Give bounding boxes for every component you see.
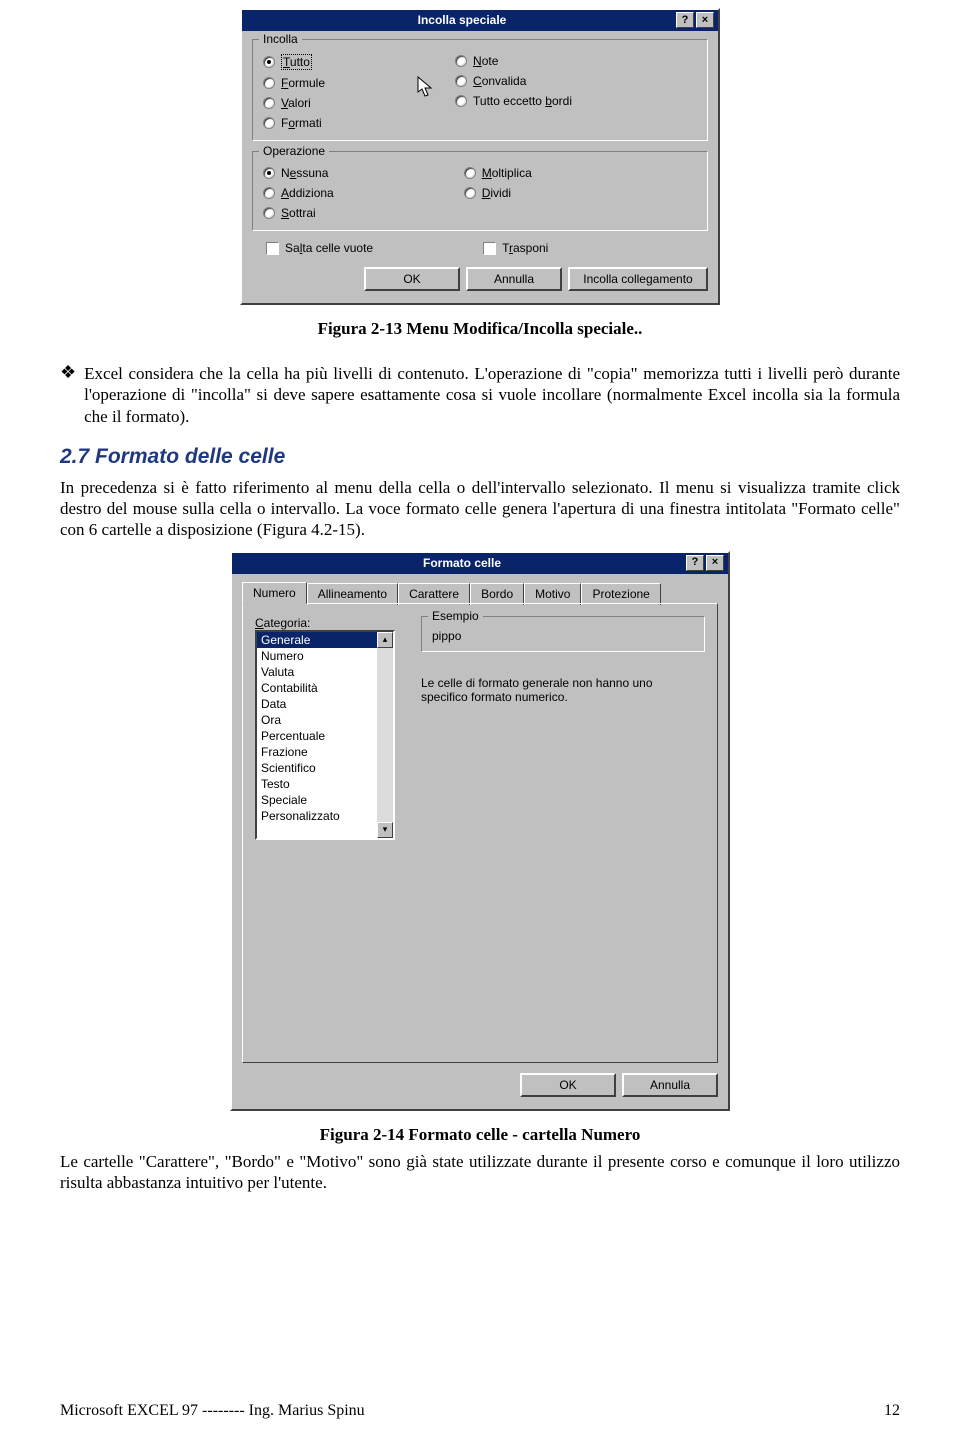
tab-bordo[interactable]: Bordo [470, 583, 524, 605]
paragraph-1: In precedenza si è fatto riferimento al … [60, 477, 900, 541]
tab-panel: Categoria: Generale Numero Valuta Contab… [242, 603, 718, 1063]
check-salta-celle-vuote[interactable]: Salta celle vuote [266, 241, 373, 255]
help-button[interactable]: ? [686, 555, 704, 571]
radio-dot-icon [263, 56, 275, 68]
tab-motivo[interactable]: Motivo [524, 583, 581, 605]
radio-valori[interactable]: Valori [263, 96, 325, 110]
scroll-down-icon[interactable]: ▾ [377, 822, 393, 838]
list-item[interactable]: Generale [257, 632, 393, 648]
esempio-value: pippo [432, 629, 694, 643]
section-heading: 2.7 Formato delle celle [60, 445, 900, 469]
help-button[interactable]: ? [676, 12, 694, 28]
footer-left: Microsoft EXCEL 97 -------- Ing. Marius … [60, 1402, 365, 1420]
esempio-group: Esempio pippo [421, 616, 705, 652]
tabstrip: Numero Allineamento Carattere Bordo Moti… [242, 582, 718, 604]
list-item[interactable]: Data [257, 696, 393, 712]
paste-special-dialog: Incolla speciale ? × Incolla Tutto [240, 8, 720, 305]
bullet-icon: ❖ [60, 363, 76, 427]
group-operazione: Operazione Nessuna Addiziona [252, 151, 708, 231]
list-item[interactable]: Frazione [257, 744, 393, 760]
tab-numero[interactable]: Numero [242, 582, 307, 604]
radio-dot-icon [263, 117, 275, 129]
tab-allineamento[interactable]: Allineamento [307, 583, 398, 605]
radio-dot-icon [263, 97, 275, 109]
close-button[interactable]: × [696, 12, 714, 28]
bullet-paragraph: ❖ Excel considera che la cella ha più li… [60, 363, 900, 427]
radio-moltiplica[interactable]: Moltiplica [464, 166, 532, 180]
format-cells-dialog: Formato celle ? × Numero Allineamento Ca… [230, 551, 730, 1111]
tab-protezione[interactable]: Protezione [581, 583, 660, 605]
esempio-legend: Esempio [428, 609, 483, 623]
paste-link-button[interactable]: Incolla collegamento [568, 267, 708, 291]
categoria-label: Categoria: [255, 616, 405, 630]
radio-nessuna[interactable]: Nessuna [263, 166, 334, 180]
group-operazione-legend: Operazione [259, 144, 329, 158]
radio-dividi[interactable]: Dividi [464, 186, 532, 200]
radio-addiziona[interactable]: Addiziona [263, 186, 334, 200]
radio-dot-icon [455, 95, 467, 107]
radio-dot-icon [263, 187, 275, 199]
radio-note[interactable]: Note [455, 54, 572, 68]
tab-carattere[interactable]: Carattere [398, 583, 470, 605]
list-item[interactable]: Personalizzato [257, 808, 393, 824]
footer-page-number: 12 [884, 1402, 900, 1420]
list-item[interactable]: Numero [257, 648, 393, 664]
radio-formule[interactable]: Formule [263, 76, 325, 90]
bullet-text: Excel considera che la cella ha più live… [84, 363, 900, 427]
radio-dot-icon [464, 167, 476, 179]
radio-tutto-bordi[interactable]: Tutto eccetto bordi [455, 94, 572, 108]
radio-convalida[interactable]: Convalida [455, 74, 572, 88]
group-incolla-legend: Incolla [259, 32, 302, 46]
figure-caption-2: Figura 2-14 Formato celle - cartella Num… [60, 1125, 900, 1145]
titlebar: Incolla speciale ? × [242, 10, 718, 31]
radio-label: utto [290, 55, 310, 69]
list-item[interactable]: Contabilità [257, 680, 393, 696]
ok-button[interactable]: OK [520, 1073, 616, 1097]
radio-dot-icon [455, 55, 467, 67]
checkbox-icon [483, 242, 496, 255]
radio-dot-icon [455, 75, 467, 87]
group-incolla: Incolla Tutto Formule Valori [252, 39, 708, 141]
list-item[interactable]: Scientifico [257, 760, 393, 776]
list-item[interactable]: Percentuale [257, 728, 393, 744]
titlebar: Formato celle ? × [232, 553, 728, 574]
radio-dot-icon [263, 167, 275, 179]
dialog-title: Incolla speciale [248, 13, 676, 27]
page-footer: Microsoft EXCEL 97 -------- Ing. Marius … [60, 1402, 900, 1420]
categoria-listbox[interactable]: Generale Numero Valuta Contabilità Data … [255, 630, 395, 840]
scrollbar[interactable]: ▴ ▾ [377, 632, 393, 838]
cancel-button[interactable]: Annulla [622, 1073, 718, 1097]
list-item[interactable]: Valuta [257, 664, 393, 680]
radio-dot-icon [464, 187, 476, 199]
scroll-up-icon[interactable]: ▴ [377, 632, 393, 648]
radio-formati[interactable]: Formati [263, 116, 325, 130]
paragraph-2: Le cartelle "Carattere", "Bordo" e "Moti… [60, 1151, 900, 1194]
dialog-title: Formato celle [238, 556, 686, 570]
list-item[interactable]: Testo [257, 776, 393, 792]
radio-dot-icon [263, 207, 275, 219]
list-item[interactable]: Speciale [257, 792, 393, 808]
format-description: Le celle di formato generale non hanno u… [421, 676, 681, 704]
cancel-button[interactable]: Annulla [466, 267, 562, 291]
radio-dot-icon [263, 77, 275, 89]
ok-button[interactable]: OK [364, 267, 460, 291]
check-trasponi[interactable]: Trasponi [483, 241, 548, 255]
radio-tutto[interactable]: Tutto [263, 54, 325, 70]
radio-sottrai[interactable]: Sottrai [263, 206, 334, 220]
figure-caption-1: Figura 2-13 Menu Modifica/Incolla specia… [60, 319, 900, 339]
close-button[interactable]: × [706, 555, 724, 571]
list-item[interactable]: Ora [257, 712, 393, 728]
checkbox-icon [266, 242, 279, 255]
